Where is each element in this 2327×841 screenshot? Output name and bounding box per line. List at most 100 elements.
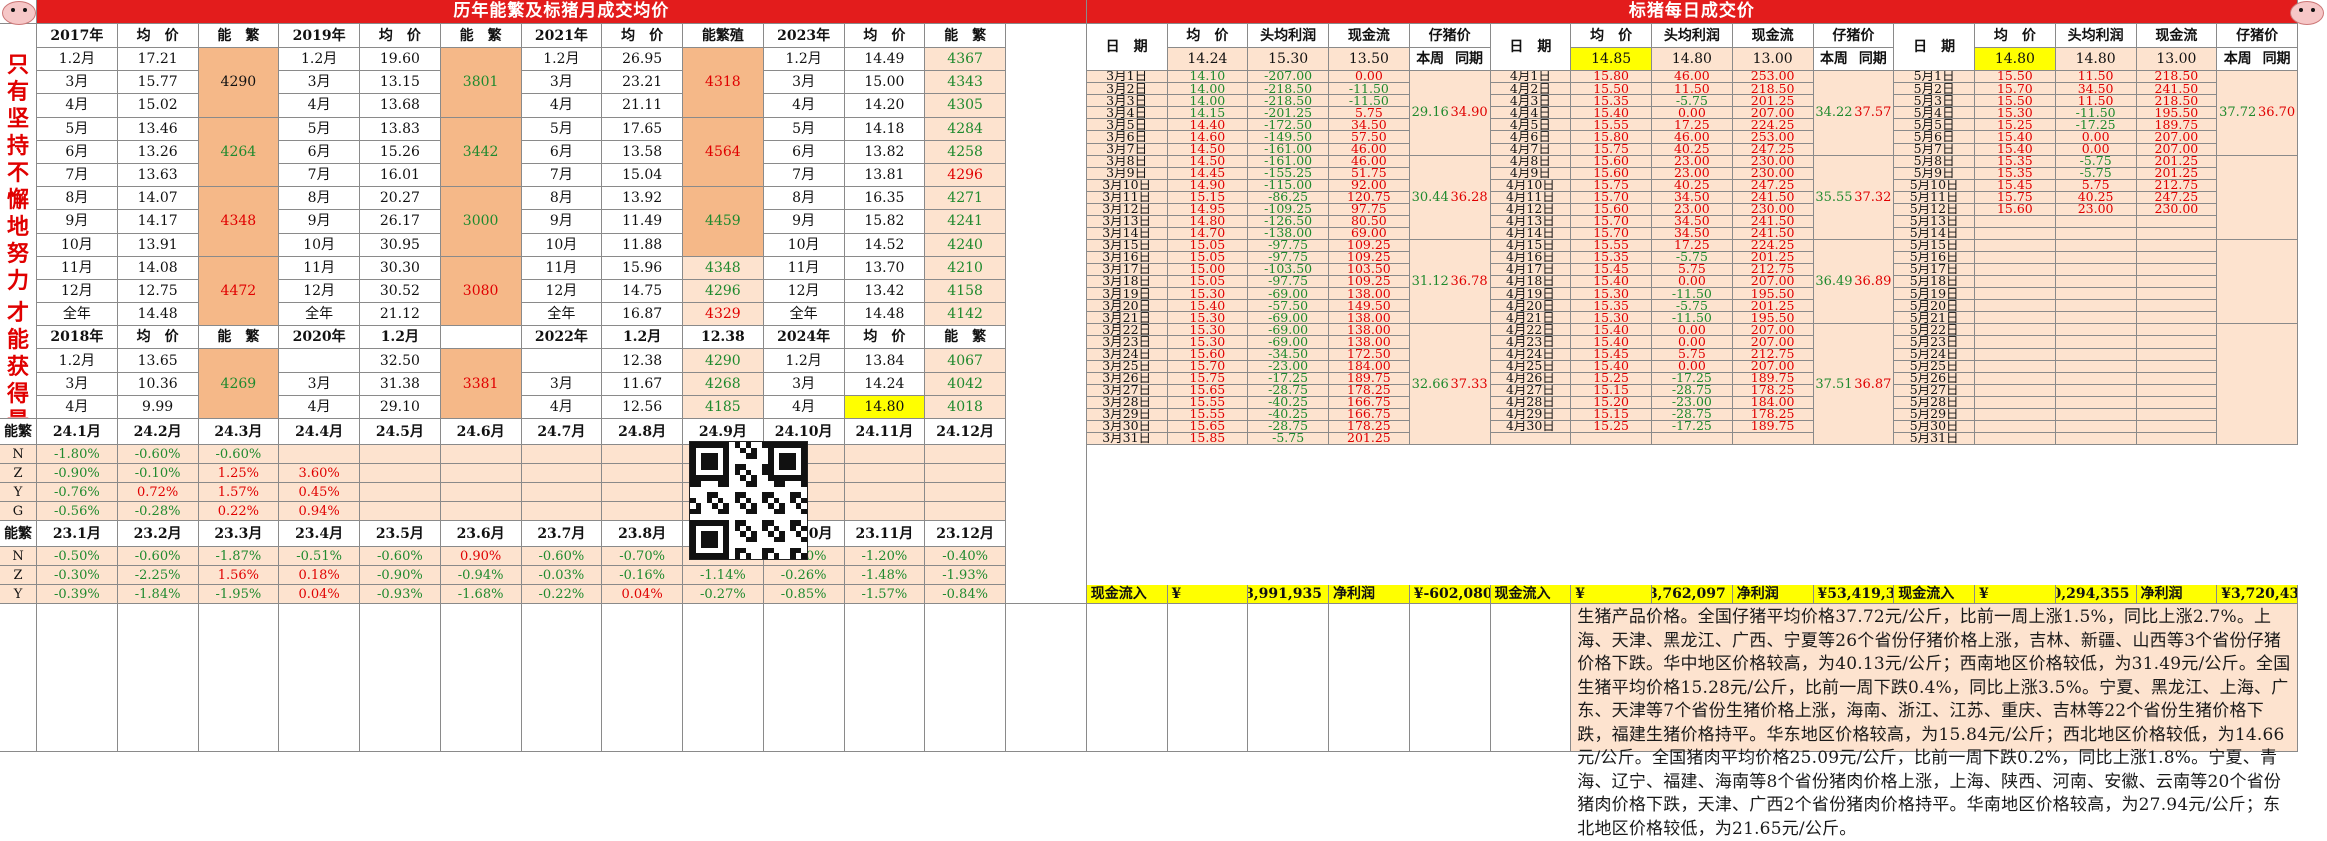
day-label: 5月12日 bbox=[1894, 203, 1975, 216]
col-header: 均 价 bbox=[844, 326, 926, 350]
day-label: 3月11日 bbox=[1086, 191, 1168, 204]
avg-price: 13.46 bbox=[117, 117, 199, 141]
nzyg-cell: -0.70% bbox=[602, 547, 683, 566]
day-cashflow: 201.25 bbox=[1732, 95, 1814, 108]
piglet-yoy-price: 36.28 bbox=[1450, 189, 1488, 205]
month-label: 12月 bbox=[521, 279, 603, 304]
sow-value: 4329 bbox=[683, 303, 764, 327]
day-cashflow: 109.25 bbox=[1329, 252, 1410, 265]
ref-profit: 14.80 bbox=[2055, 48, 2137, 72]
month-label: 1.2月 bbox=[763, 48, 845, 72]
nzyg-cell bbox=[844, 445, 926, 464]
day-label: 5月10日 bbox=[1894, 179, 1975, 192]
day-profit: -17.25 bbox=[1652, 420, 1733, 433]
day-label: 4月17日 bbox=[1490, 264, 1572, 277]
day-profit bbox=[2055, 288, 2137, 301]
avg-price: 13.81 bbox=[844, 163, 926, 188]
nzyg-cell bbox=[440, 483, 522, 502]
avg-price: 13.91 bbox=[117, 233, 199, 257]
month-label: 3月 bbox=[763, 71, 845, 95]
nzyg-cell: -0.16% bbox=[602, 566, 683, 585]
day-profit: -11.50 bbox=[1652, 288, 1733, 301]
motto-bar: 只有坚持不懈地努力才能获得最终的胜利 bbox=[0, 24, 37, 419]
motto-char: 懈 bbox=[6, 187, 29, 213]
sow-value: 4158 bbox=[925, 279, 1006, 304]
year-label: 2020年 bbox=[279, 326, 360, 350]
day-cashflow: 241.50 bbox=[1732, 215, 1814, 228]
month-label: 8月 bbox=[279, 187, 360, 211]
day-label: 5月1日 bbox=[1894, 71, 1975, 84]
day-profit: -28.75 bbox=[1248, 420, 1329, 433]
day-cashflow: 224.25 bbox=[1732, 119, 1814, 132]
filler bbox=[1329, 604, 1410, 753]
day-price bbox=[1975, 288, 2056, 301]
col-header: 12.38 bbox=[683, 326, 764, 350]
day-price bbox=[1975, 348, 2056, 361]
filler bbox=[37, 604, 118, 753]
sow-value: 4343 bbox=[925, 71, 1006, 95]
day-price: 15.70 bbox=[1571, 227, 1652, 240]
day-cashflow bbox=[2136, 336, 2218, 349]
filler bbox=[0, 604, 37, 753]
day-profit: 40.25 bbox=[2055, 191, 2137, 204]
nzyg-header: 24.7月 bbox=[521, 419, 603, 445]
nzyg-cell: -0.39% bbox=[37, 585, 118, 604]
day-label: 5月7日 bbox=[1894, 143, 1975, 156]
year-label: 2021年 bbox=[521, 24, 603, 48]
avg-price: 12.56 bbox=[602, 395, 683, 419]
piglet-yoy-price: 36.70 bbox=[2257, 105, 2296, 121]
sow-value: 4284 bbox=[925, 117, 1006, 141]
day-profit: -161.00 bbox=[1248, 143, 1329, 156]
month-label: 4月 bbox=[521, 94, 603, 118]
piglet-week: 34.22 37.57 bbox=[1813, 71, 1895, 156]
day-profit: -207.00 bbox=[1248, 71, 1329, 84]
col-header: 能繁殖 bbox=[683, 24, 764, 48]
day-profit bbox=[2055, 264, 2137, 277]
sow-value: 4296 bbox=[683, 279, 764, 304]
ref-cashflow: 13.00 bbox=[1732, 48, 1814, 72]
day-cashflow: 212.75 bbox=[1732, 348, 1814, 361]
sow-value: 4241 bbox=[925, 210, 1006, 234]
nzyg-cell: 1.57% bbox=[198, 483, 280, 502]
avg-price: 11.49 bbox=[602, 210, 683, 234]
day-cashflow: 207.00 bbox=[2136, 143, 2218, 156]
day-price: 15.15 bbox=[1571, 384, 1652, 397]
day-price: 15.40 bbox=[1571, 324, 1652, 337]
col-header: 能 繁 bbox=[440, 24, 522, 48]
day-profit: -57.50 bbox=[1248, 300, 1329, 313]
day-profit: 46.00 bbox=[1652, 131, 1733, 144]
month-label: 3月 bbox=[279, 372, 360, 396]
day-profit: -115.00 bbox=[1248, 179, 1329, 192]
day-label: 4月19日 bbox=[1490, 288, 1572, 301]
day-profit: -155.25 bbox=[1248, 167, 1329, 180]
nzyg-cell bbox=[360, 483, 441, 502]
pig-icon bbox=[2, 1, 36, 25]
avg-price: 31.38 bbox=[360, 372, 441, 396]
sow-value: 4318 bbox=[683, 48, 764, 118]
nzyg-cell bbox=[925, 464, 1006, 483]
day-price: 15.50 bbox=[1975, 71, 2056, 84]
day-profit: -86.25 bbox=[1248, 191, 1329, 204]
piglet-week-price: 31.12 bbox=[1411, 274, 1449, 290]
month-label: 4月 bbox=[37, 94, 118, 118]
day-label: 5月23日 bbox=[1894, 336, 1975, 349]
day-price bbox=[1975, 215, 2056, 228]
avg-price: 14.18 bbox=[844, 117, 926, 141]
day-profit bbox=[2055, 372, 2137, 385]
day-cashflow: 247.25 bbox=[1732, 179, 1814, 192]
month-label: 3月 bbox=[37, 372, 118, 396]
day-profit: -69.00 bbox=[1248, 336, 1329, 349]
piglet-week-price: 37.51 bbox=[1815, 376, 1853, 392]
day-label: 5月2日 bbox=[1894, 83, 1975, 96]
week-label: 本周 bbox=[2223, 51, 2252, 68]
nzyg-header: 24.11月 bbox=[844, 419, 926, 445]
day-price: 15.75 bbox=[1571, 179, 1652, 192]
left-title: 历年能繁及标猪月成交均价 bbox=[37, 0, 1087, 24]
month-label: 3月 bbox=[763, 372, 845, 396]
net-profit-value: ¥53,419,355 bbox=[1813, 585, 1895, 604]
day-cashflow: 201.25 bbox=[1732, 252, 1814, 265]
day-cashflow: 189.75 bbox=[1329, 372, 1410, 385]
day-label: 5月13日 bbox=[1894, 215, 1975, 228]
date-header: 日 期 bbox=[1894, 24, 1975, 72]
piglet-yoy-price: 36.89 bbox=[1854, 274, 1892, 290]
